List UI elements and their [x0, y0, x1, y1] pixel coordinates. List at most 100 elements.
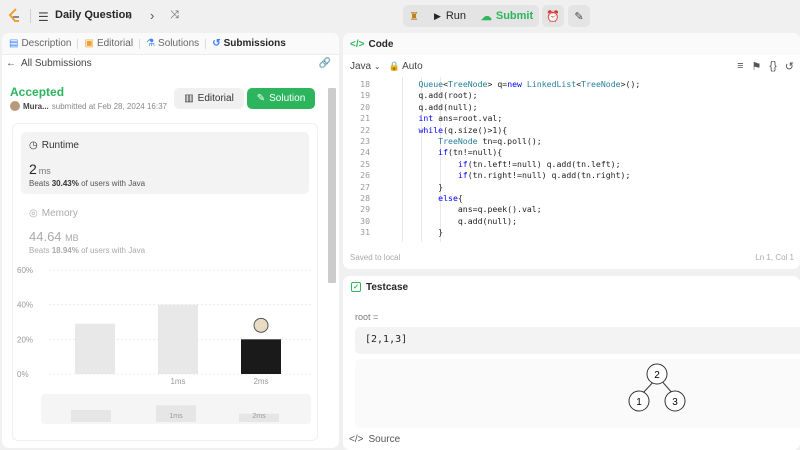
beats-value: 18.94%: [51, 246, 79, 255]
line-number: 29: [360, 204, 370, 215]
submit-label: Submit: [495, 10, 534, 22]
all-submissions-link[interactable]: ← All Submissions: [6, 58, 92, 69]
shuffle-icon[interactable]: ⤨: [170, 9, 179, 22]
bookmark-icon[interactable]: ⚑: [752, 60, 762, 73]
beats-suffix: of users with Java: [81, 179, 146, 188]
user-name[interactable]: Mura...: [23, 102, 49, 111]
solution-button[interactable]: ✎ Solution: [247, 88, 315, 109]
line-number: 23: [360, 136, 370, 146]
code-icon: </>: [349, 433, 364, 445]
scrollbar[interactable]: [328, 88, 336, 283]
problem-list-icon[interactable]: ☰: [38, 10, 49, 24]
link-icon[interactable]: 🔗: [319, 58, 331, 69]
book-icon: ▥: [184, 93, 194, 104]
runtime-card[interactable]: ◷ Runtime 2 ms Beats 30.43% of users with…: [21, 132, 309, 194]
beats-prefix: Beats: [29, 246, 50, 255]
tab-label: Solutions: [158, 38, 200, 49]
code-line[interactable]: 30 q.add(null);: [343, 216, 800, 227]
chevron-down-icon: ⌄: [373, 61, 381, 71]
code-line[interactable]: 23 TreeNode tn=q.poll();: [343, 136, 800, 147]
clock-icon: ◷: [29, 140, 38, 151]
tab-divider: [139, 38, 141, 49]
editorial-label: Editorial: [197, 93, 234, 104]
code-line[interactable]: 25 if(tn.left!=null) q.add(tn.left);: [343, 159, 800, 170]
tab-editorial[interactable]: ▣ Editorial: [84, 38, 133, 49]
debug-icon[interactable]: ♜: [403, 5, 425, 27]
code-line[interactable]: 18 Queue<TreeNode> q=new LinkedList<Tree…: [343, 79, 800, 90]
line-number: 28: [360, 193, 370, 203]
chevron-left-icon[interactable]: ‹: [127, 8, 131, 23]
braces-icon[interactable]: {}: [769, 60, 776, 73]
divider: [30, 9, 31, 23]
avatar[interactable]: [10, 101, 20, 111]
chart-bar: [75, 323, 115, 374]
tab-label: Editorial: [96, 38, 134, 49]
line-number: 31: [360, 227, 370, 238]
code-line[interactable]: 22 while(q.size()>1){: [343, 125, 800, 136]
daily-question-title[interactable]: Daily Question: [55, 9, 132, 21]
code-line[interactable]: 26 if(tn.right!=null) q.add(tn.right);: [343, 170, 800, 181]
line-number: 21: [360, 113, 370, 124]
testcase-title[interactable]: Testcase: [366, 282, 408, 293]
chart-bar: [241, 339, 281, 374]
code-line[interactable]: 20 q.add(null);: [343, 102, 800, 113]
line-code: q.add(null);: [379, 215, 518, 226]
tab-submissions[interactable]: ↺ Submissions: [212, 38, 286, 49]
overview-tick-label: 2ms: [252, 413, 266, 420]
source-label: Source: [368, 433, 401, 445]
line-code: if(tn.right!=null) q.add(tn.right);: [457, 170, 631, 181]
language-select[interactable]: Java ⌄: [350, 61, 381, 72]
notes-icon[interactable]: ✎: [568, 5, 590, 27]
tree-node-label: 2: [654, 370, 660, 381]
memory-number: 44.64: [29, 229, 62, 244]
y-tick-label: 0%: [17, 370, 29, 379]
arrow-left-icon: ←: [6, 58, 16, 69]
lock-icon: 🔒: [388, 60, 400, 71]
editorial-button[interactable]: ▥ Editorial: [174, 88, 244, 109]
memory-card[interactable]: ◎ Memory 44.64 MB Beats 18.94% of users …: [29, 208, 145, 255]
source-toggle[interactable]: </> Source: [343, 428, 800, 450]
line-number: 22: [360, 124, 370, 135]
left-tabs: ▤ Description ▣ Editorial ⚗ Solutions ↺ …: [2, 33, 339, 55]
auto-mode[interactable]: 🔒 Auto: [389, 61, 423, 72]
tab-solutions[interactable]: ⚗ Solutions: [146, 38, 199, 49]
play-icon: ▶: [433, 10, 441, 21]
tab-divider: [77, 38, 79, 49]
user-avatar-marker: [253, 317, 269, 333]
param-input[interactable]: [2,1,3]: [355, 327, 800, 354]
code-line[interactable]: 24 if(tn!=null){: [343, 147, 800, 158]
code-title: Code: [368, 38, 394, 50]
code-toolbar: Java ⌄ 🔒 Auto ≡ ⚑ {} ↺: [343, 55, 800, 77]
cursor-position: Ln 1, Col 1: [755, 253, 794, 262]
line-code: else{: [438, 193, 463, 203]
tab-label: Description: [21, 38, 72, 49]
format-icon[interactable]: ≡: [737, 60, 743, 73]
status-badge: Accepted: [10, 85, 65, 99]
chevron-right-icon[interactable]: ›: [150, 8, 154, 23]
tab-label: Submissions: [223, 38, 286, 49]
memory-unit: MB: [65, 233, 79, 243]
code-line[interactable]: 27 }: [343, 182, 800, 193]
code-line[interactable]: 29 ans=q.peek().val;: [343, 204, 800, 215]
saved-status: Saved to local: [350, 253, 401, 262]
alarm-clock-icon[interactable]: ⏰: [542, 5, 564, 27]
line-code: TreeNode tn=q.poll();: [438, 136, 542, 146]
code-line[interactable]: 19 q.add(root);: [343, 90, 800, 101]
leetcode-logo-icon[interactable]: [6, 7, 24, 25]
code-header: </> Code: [343, 33, 800, 55]
memory-icon: ◎: [29, 208, 38, 219]
line-number: 30: [360, 215, 370, 226]
tab-description[interactable]: ▤ Description: [9, 38, 71, 49]
line-number: 26: [360, 170, 370, 181]
code-editor[interactable]: 18 Queue<TreeNode> q=new LinkedList<Tree…: [343, 77, 800, 242]
code-line[interactable]: 31 }: [343, 227, 800, 238]
run-button[interactable]: ▶ Run: [426, 5, 474, 27]
code-line[interactable]: 28 else{: [343, 193, 800, 204]
line-code: Queue<TreeNode> q=new LinkedList<TreeNod…: [418, 79, 641, 89]
code-line[interactable]: 21 int ans=root.val;: [343, 113, 800, 124]
reset-icon[interactable]: ↺: [785, 60, 794, 73]
run-label: Run: [445, 10, 467, 22]
language-label: Java: [350, 60, 372, 72]
submit-button[interactable]: ☁ Submit: [476, 5, 538, 27]
runtime-unit: ms: [38, 166, 51, 176]
